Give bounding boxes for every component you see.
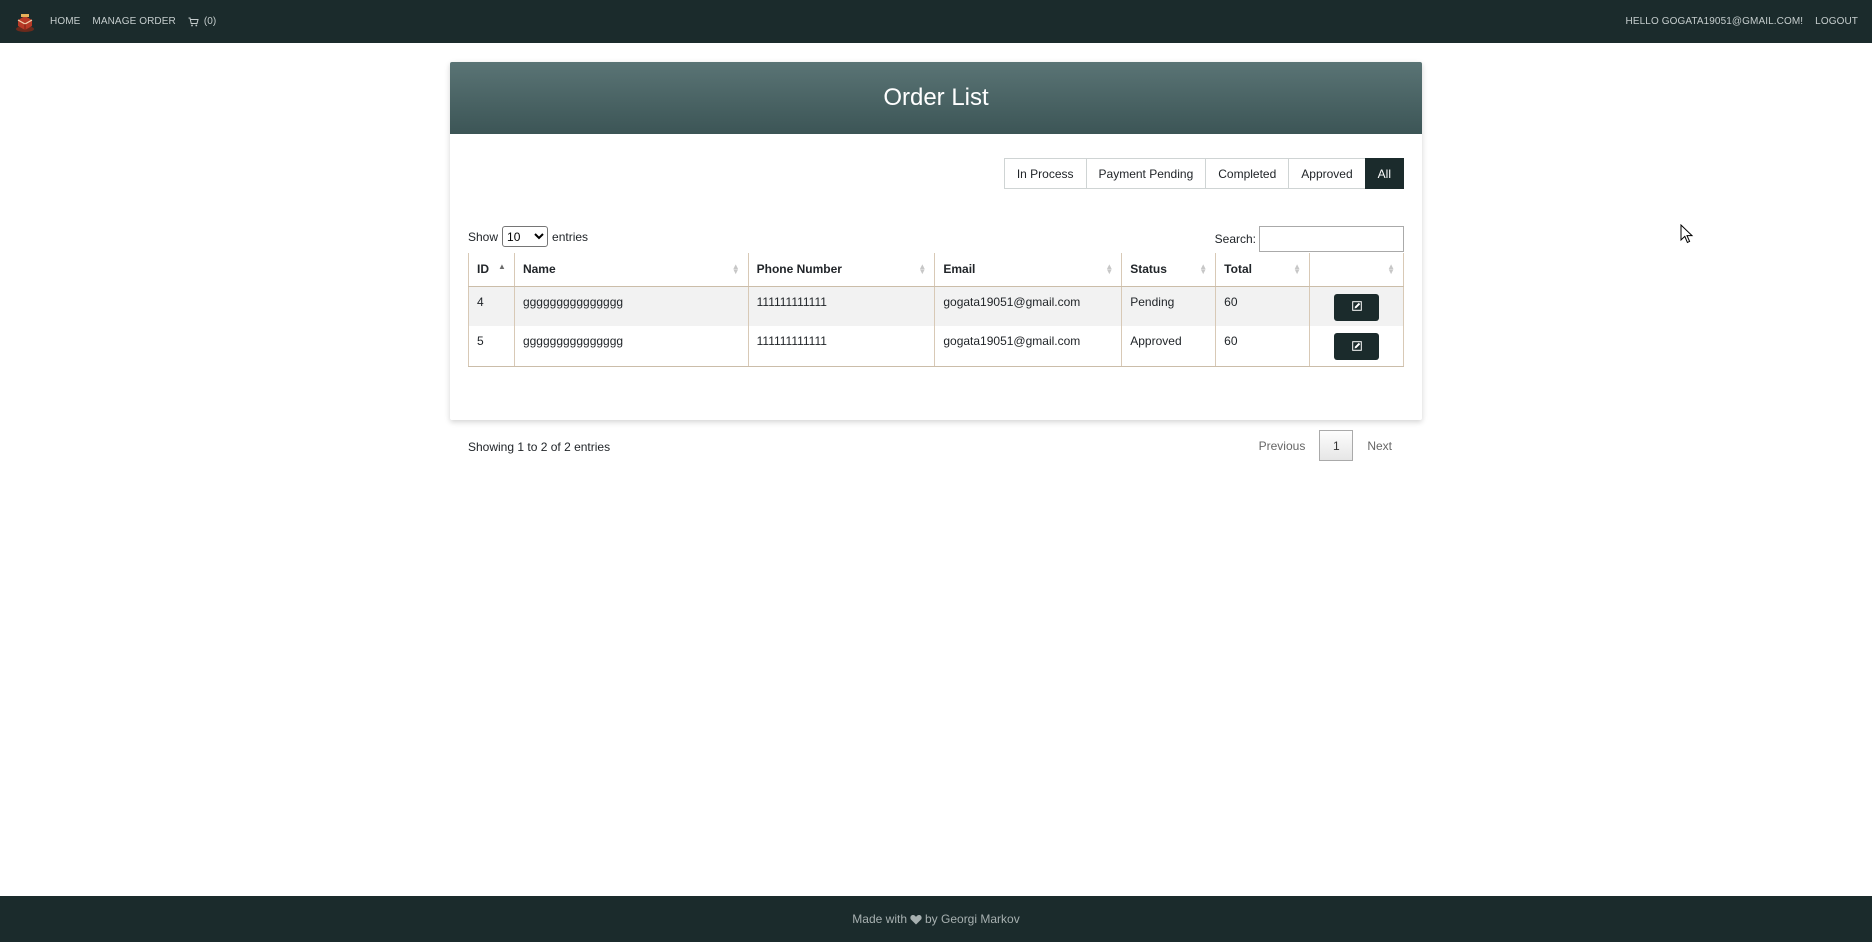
- cell-email: gogata19051@gmail.com: [934, 286, 1123, 326]
- show-label: Show: [468, 229, 499, 244]
- table-row: 5 ggggggggggggggg 111111111111 gogata190…: [468, 326, 1404, 367]
- page-footer: Made with by Georgi Markov: [0, 896, 1872, 942]
- logo-icon[interactable]: [14, 11, 36, 33]
- table-row: 4 ggggggggggggggg 111111111111 gogata190…: [468, 286, 1404, 326]
- nav-cart-link[interactable]: (0): [188, 16, 217, 27]
- top-navbar: HOME MANAGE ORDER (0) HELLO GOGATA19051@…: [0, 0, 1872, 43]
- sort-icon: ▲ ▼: [1293, 262, 1302, 276]
- cell-id: 5: [468, 326, 515, 367]
- column-header-status[interactable]: Status ▲ ▼: [1121, 253, 1217, 287]
- nav-manage-order-link[interactable]: MANAGE ORDER: [92, 16, 175, 27]
- filter-all-button[interactable]: All: [1364, 158, 1404, 189]
- heart-icon: [910, 914, 922, 925]
- column-header-label: Total: [1224, 262, 1252, 277]
- order-list-card: Order List In Process Payment Pending Co…: [450, 62, 1422, 461]
- edit-icon: [1351, 300, 1362, 314]
- column-header-label: Phone Number: [756, 262, 842, 277]
- cell-name: ggggggggggggggg: [513, 326, 749, 367]
- entries-length-control: Show 10 entries: [468, 226, 588, 247]
- card-header: Order List: [450, 62, 1422, 134]
- search-control: Search:: [1215, 226, 1404, 252]
- cell-actions: [1309, 286, 1404, 326]
- user-greeting-link[interactable]: HELLO GOGATA19051@GMAIL.COM!: [1626, 16, 1804, 27]
- cart-count: (0): [203, 16, 217, 27]
- pagination-previous-button[interactable]: Previous: [1247, 439, 1318, 453]
- edit-order-button[interactable]: [1334, 333, 1380, 360]
- footer-made-with: Made with: [852, 912, 907, 926]
- column-header-total[interactable]: Total ▲ ▼: [1215, 253, 1311, 287]
- search-label: Search:: [1214, 232, 1256, 246]
- entries-length-select[interactable]: 10: [502, 226, 549, 247]
- cell-phone: 111111111111: [747, 326, 936, 367]
- search-input[interactable]: [1259, 226, 1404, 252]
- status-filter-group: In Process Payment Pending Completed App…: [1003, 158, 1404, 189]
- sort-icon: ▲ ▼: [731, 262, 740, 276]
- pagination-next-button[interactable]: Next: [1355, 439, 1404, 453]
- cursor-icon: [1680, 223, 1694, 249]
- cell-total: 60: [1215, 326, 1311, 367]
- column-header-label: Email: [943, 262, 976, 277]
- sort-icon: ▲ ▼: [1199, 262, 1208, 276]
- column-header-name[interactable]: Name ▲ ▼: [513, 253, 749, 287]
- nav-home-link[interactable]: HOME: [50, 16, 80, 27]
- cell-status: Pending: [1121, 286, 1217, 326]
- orders-table: ID ▲▼ Name ▲▼ Phone Number ▲▼ Email ▲▼ S…: [468, 253, 1404, 367]
- cell-name: ggggggggggggggg: [513, 286, 749, 326]
- footer-author: by Georgi Markov: [925, 912, 1020, 926]
- cell-actions: [1309, 326, 1404, 367]
- filter-completed-button[interactable]: Completed: [1205, 158, 1290, 189]
- filter-payment-pending-button[interactable]: Payment Pending: [1085, 158, 1207, 189]
- cell-status: Approved: [1121, 326, 1217, 367]
- sort-icon: ▲ ▼: [918, 262, 927, 276]
- column-header-label: ID: [477, 262, 489, 277]
- column-header-id[interactable]: ID ▲▼: [468, 253, 515, 287]
- pagination: Previous 1 Next: [1247, 430, 1404, 461]
- column-header-actions[interactable]: ▲ ▼: [1309, 253, 1404, 287]
- logout-link[interactable]: LOGOUT: [1815, 16, 1858, 27]
- pagination-page-button[interactable]: 1: [1319, 430, 1354, 461]
- cell-email: gogata19051@gmail.com: [934, 326, 1123, 367]
- sort-asc-icon: ▲▼: [498, 262, 506, 271]
- cell-total: 60: [1215, 286, 1311, 326]
- sort-icon: ▲ ▼: [1387, 262, 1395, 276]
- sort-icon: ▲ ▼: [1105, 262, 1114, 276]
- entries-label: entries: [552, 229, 589, 244]
- page-title: Order List: [883, 84, 989, 111]
- column-header-phone[interactable]: Phone Number ▲ ▼: [747, 253, 936, 287]
- cell-phone: 111111111111: [747, 286, 936, 326]
- cart-icon: [188, 17, 199, 27]
- column-header-label: Status: [1130, 262, 1167, 277]
- cell-id: 4: [468, 286, 515, 326]
- edit-order-button[interactable]: [1334, 293, 1380, 321]
- column-header-label: Name: [522, 262, 556, 277]
- table-header-row: ID ▲▼ Name ▲▼ Phone Number ▲▼ Email ▲▼ S…: [468, 253, 1404, 287]
- table-info: Showing 1 to 2 of 2 entries: [468, 440, 611, 454]
- filter-approved-button[interactable]: Approved: [1288, 158, 1366, 189]
- filter-in-process-button[interactable]: In Process: [1003, 158, 1087, 189]
- edit-icon: [1351, 340, 1362, 354]
- column-header-email[interactable]: Email ▲ ▼: [934, 253, 1123, 287]
- nav-user-area: HELLO GOGATA19051@GMAIL.COM! LOGOUT: [1614, 16, 1858, 27]
